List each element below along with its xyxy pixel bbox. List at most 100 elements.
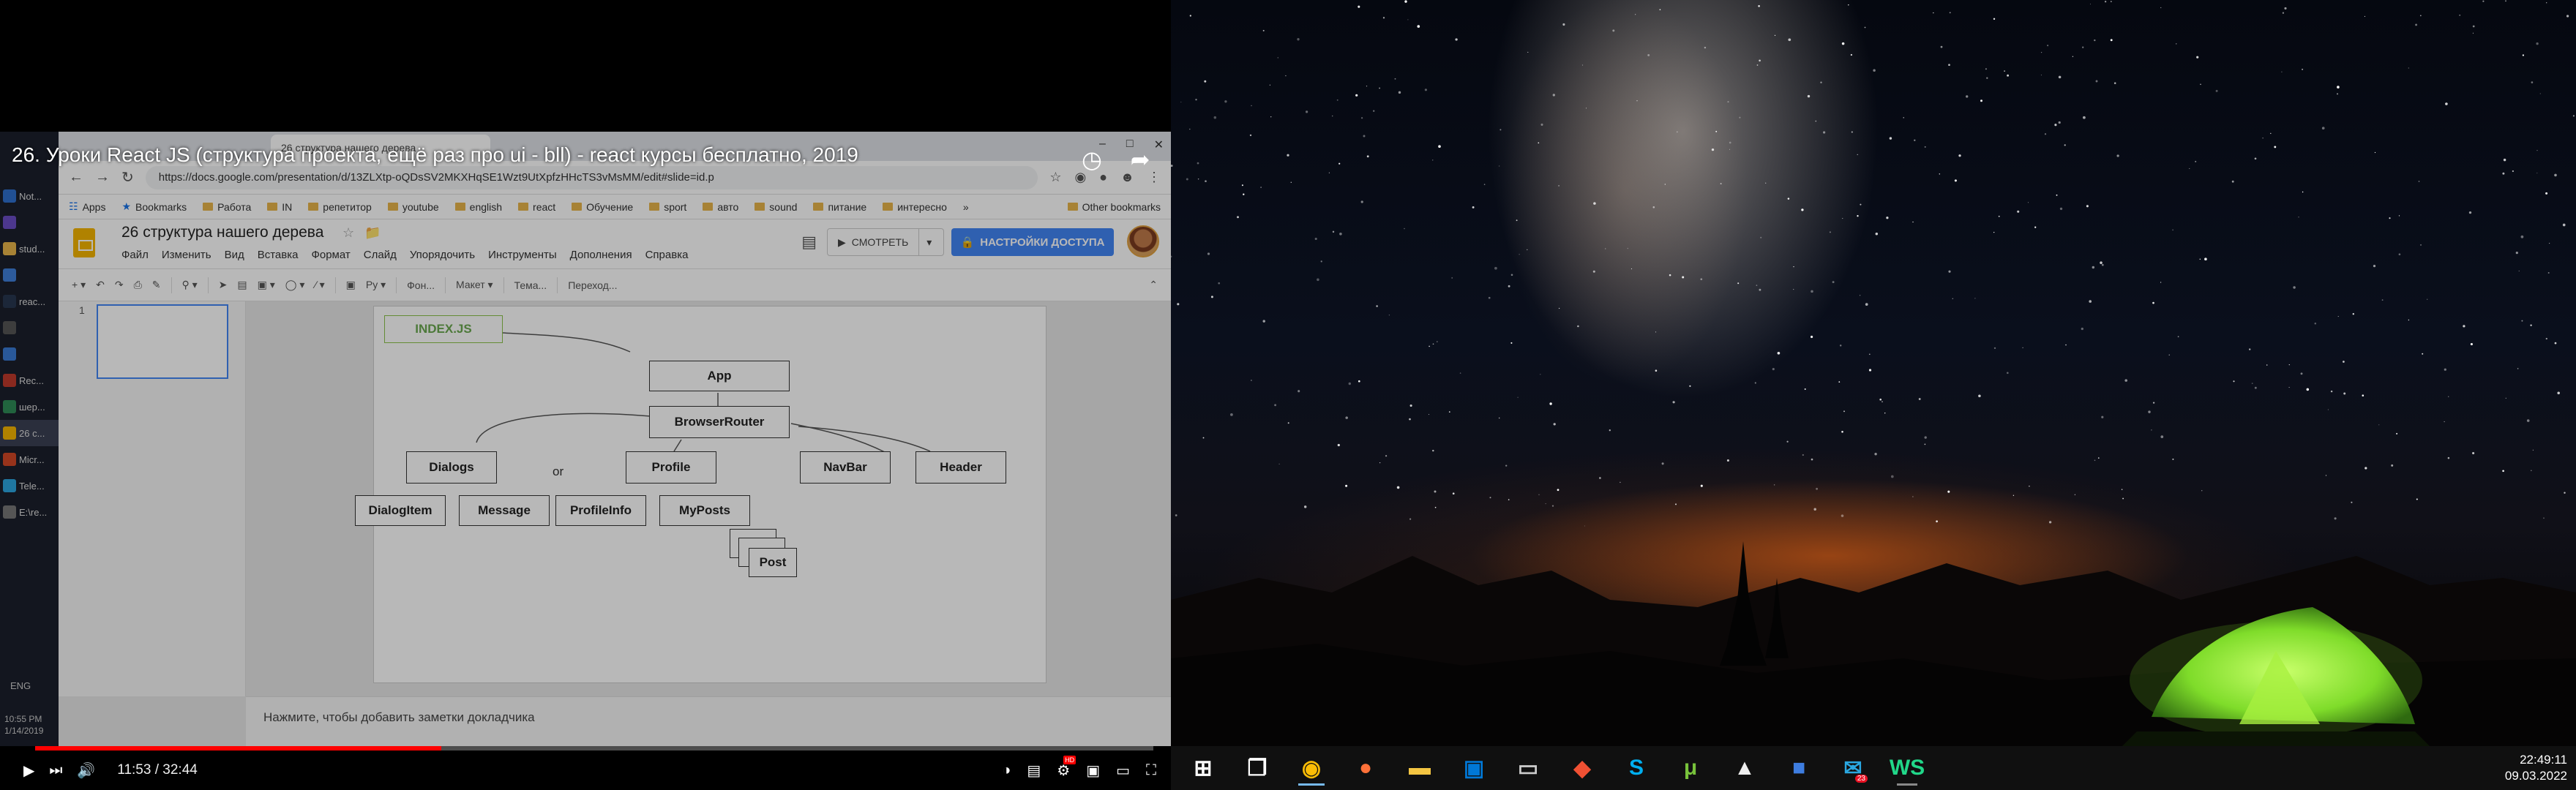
autoplay-toggle-icon[interactable]: ◑ bbox=[1002, 762, 1011, 779]
menu-item[interactable]: Изменить bbox=[162, 249, 211, 261]
recorded-taskbar-item[interactable] bbox=[0, 315, 59, 341]
settings-icon[interactable]: ⚙ bbox=[1057, 755, 1077, 780]
other-bookmarks[interactable]: Other bookmarks bbox=[1067, 201, 1161, 213]
folder-icon[interactable]: 📁 bbox=[364, 225, 381, 241]
recorded-taskbar-item[interactable]: Micr... bbox=[0, 446, 59, 473]
comments-icon[interactable]: ▤ bbox=[801, 233, 817, 252]
menu-item[interactable]: Инструменты bbox=[488, 249, 557, 261]
bookmarks-more[interactable]: » bbox=[963, 201, 969, 213]
task-view-icon[interactable]: ❐ bbox=[1240, 750, 1275, 786]
bookmark-star-icon[interactable]: ☆ bbox=[1049, 170, 1061, 185]
line-icon[interactable]: ∕ ▾ bbox=[315, 279, 324, 291]
url-field[interactable]: https://docs.google.com/presentation/d/1… bbox=[145, 165, 1038, 189]
firefox-icon[interactable]: ● bbox=[1348, 750, 1383, 786]
menu-item[interactable]: Слайд bbox=[364, 249, 397, 261]
file-explorer-icon[interactable]: ▬ bbox=[1402, 750, 1437, 786]
bookmark-item[interactable]: репетитор bbox=[308, 200, 372, 213]
bookmark-item[interactable]: sport bbox=[649, 200, 686, 213]
next-icon[interactable]: ⏭ bbox=[49, 762, 62, 779]
volume-icon[interactable]: 🔊 bbox=[77, 761, 95, 780]
node-post[interactable]: Post bbox=[749, 548, 797, 577]
node-message[interactable]: Message bbox=[459, 495, 550, 526]
bookmark-item[interactable]: Обучение bbox=[572, 200, 633, 213]
node-my-posts[interactable]: MyPosts bbox=[659, 495, 750, 526]
recorded-taskbar-item[interactable] bbox=[0, 209, 59, 236]
recorded-taskbar-item[interactable]: stud... bbox=[0, 236, 59, 262]
utorrent-icon[interactable]: μ bbox=[1673, 750, 1708, 786]
document-title[interactable]: 26 структура нашего дерева bbox=[121, 224, 323, 241]
menu-item[interactable]: Справка bbox=[645, 249, 689, 261]
recorded-taskbar-item[interactable]: 26 с... bbox=[0, 420, 59, 446]
theme-button[interactable]: Тема... bbox=[514, 279, 547, 291]
recorded-taskbar-item[interactable]: reac... bbox=[0, 288, 59, 315]
select-icon[interactable]: ➤ bbox=[219, 279, 228, 291]
miniplayer-icon[interactable]: ▣ bbox=[1086, 761, 1100, 780]
node-profile[interactable]: Profile bbox=[626, 451, 716, 484]
system-clock[interactable]: 22:49:11 09.03.2022 bbox=[2505, 752, 2567, 784]
collapse-icon[interactable]: ⌃ bbox=[1149, 279, 1158, 291]
bookmark-item[interactable]: ☷ Apps bbox=[69, 200, 105, 213]
menu-item[interactable]: Дополнения bbox=[570, 249, 632, 261]
bookmark-item[interactable]: IN bbox=[267, 200, 292, 213]
background-button[interactable]: Фон... bbox=[407, 279, 435, 291]
avatar[interactable] bbox=[1127, 225, 1159, 257]
menu-item[interactable]: Вставка bbox=[258, 249, 299, 261]
store-icon[interactable]: ▣ bbox=[1456, 750, 1491, 786]
menu-item[interactable]: Упорядочить bbox=[410, 249, 475, 261]
recorded-taskbar-item[interactable] bbox=[0, 341, 59, 367]
bookmark-item[interactable]: react bbox=[518, 200, 555, 213]
bookmark-item[interactable]: english bbox=[454, 200, 502, 213]
node-profile-info[interactable]: ProfileInfo bbox=[555, 495, 646, 526]
node-dialog-item[interactable]: DialogItem bbox=[355, 495, 446, 526]
terminal-icon[interactable]: ▭ bbox=[1510, 750, 1546, 786]
mail-icon[interactable]: ✉ 23 bbox=[1835, 750, 1871, 786]
transition-button[interactable]: Переход... bbox=[568, 279, 617, 291]
forward-icon[interactable]: → bbox=[95, 169, 110, 186]
recorded-taskbar-item[interactable]: Not... bbox=[0, 183, 59, 209]
bookmark-item[interactable]: ★ Bookmarks bbox=[121, 200, 187, 213]
reload-icon[interactable]: ↻ bbox=[121, 168, 134, 187]
chevron-down-icon[interactable]: ▾ bbox=[919, 236, 939, 249]
speaker-notes[interactable]: Нажмите, чтобы добавить заметки докладчи… bbox=[246, 696, 1171, 746]
play-icon[interactable]: ▶ bbox=[23, 761, 34, 780]
node-dialogs[interactable]: Dialogs bbox=[406, 451, 497, 484]
present-button[interactable]: ▶ СМОТРЕТЬ ▾ bbox=[827, 228, 944, 256]
share-icon[interactable]: ➦ bbox=[1124, 143, 1156, 176]
comment-add-icon[interactable]: ▣ bbox=[346, 279, 356, 291]
textbox-icon[interactable]: ▤ bbox=[237, 279, 247, 291]
bookmark-item[interactable]: Работа bbox=[203, 200, 251, 213]
video-player[interactable]: Not... stud... reac... Rec... шер... 26 с... M… bbox=[0, 0, 1171, 790]
redo-icon[interactable]: ↷ bbox=[115, 279, 124, 291]
recorded-taskbar-item[interactable]: E:\re... bbox=[0, 499, 59, 525]
subtitles-icon[interactable]: ▤ bbox=[1027, 761, 1041, 780]
slide-canvas[interactable]: INDEX.JS App BrowserRouter Dialogs or Pr… bbox=[355, 306, 1046, 683]
bookmark-item[interactable]: sound bbox=[755, 200, 797, 213]
git-icon[interactable]: ◆ bbox=[1565, 750, 1600, 786]
paint-format-icon[interactable]: ✎ bbox=[152, 279, 161, 291]
index-js-box[interactable]: INDEX.JS bbox=[384, 315, 503, 343]
video-title[interactable]: 26. Уроки React JS (структура проекта, е… bbox=[12, 143, 858, 167]
font-select[interactable]: Ру ▾ bbox=[366, 279, 386, 291]
recorded-taskbar-item[interactable]: шер... bbox=[0, 394, 59, 420]
star-icon[interactable]: ☆ bbox=[342, 225, 354, 241]
recorded-taskbar-item[interactable]: Tele... bbox=[0, 473, 59, 499]
node-app[interactable]: App bbox=[649, 361, 790, 391]
bookmark-item[interactable]: авто bbox=[703, 200, 738, 213]
theater-icon[interactable]: ▭ bbox=[1116, 761, 1130, 780]
recorded-taskbar-item[interactable]: Rec... bbox=[0, 367, 59, 394]
node-browser-router[interactable]: BrowserRouter bbox=[649, 406, 790, 438]
back-icon[interactable]: ← bbox=[69, 169, 83, 186]
chrome-icon[interactable]: ◉ bbox=[1294, 750, 1329, 786]
shape-icon[interactable]: ◯ ▾ bbox=[285, 279, 305, 291]
zoom-icon[interactable]: ⚲ ▾ bbox=[182, 279, 198, 291]
watch-later-icon[interactable]: ◷ bbox=[1076, 143, 1108, 176]
node-header[interactable]: Header bbox=[916, 451, 1006, 484]
undo-icon[interactable]: ↶ bbox=[96, 279, 105, 291]
bookmark-item[interactable]: питание bbox=[813, 200, 866, 213]
node-navbar[interactable]: NavBar bbox=[800, 451, 891, 484]
skype-icon[interactable]: S bbox=[1619, 750, 1654, 786]
bookmark-item[interactable]: интересно bbox=[883, 200, 947, 213]
start-icon[interactable]: ⊞ bbox=[1186, 750, 1221, 786]
share-button[interactable]: 🔒 НАСТРОЙКИ ДОСТУПА bbox=[951, 228, 1114, 256]
fox-icon[interactable]: ▲ bbox=[1727, 750, 1762, 786]
